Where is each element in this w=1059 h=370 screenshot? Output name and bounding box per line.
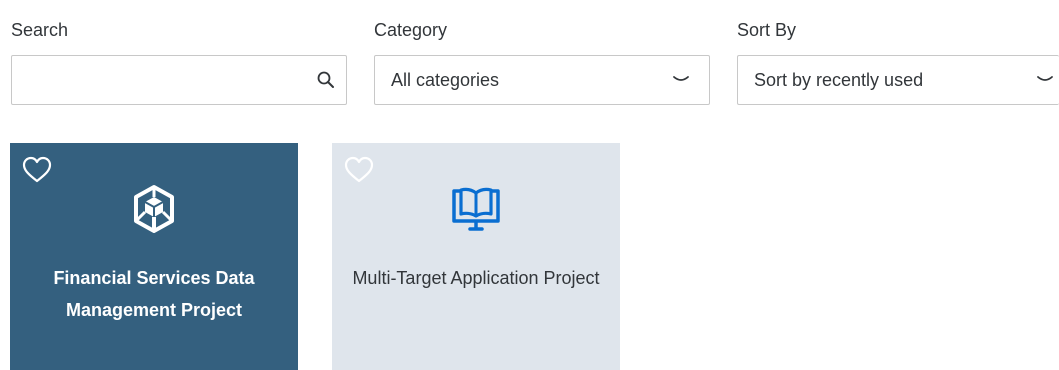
tile-title: Multi-Target Application Project bbox=[352, 268, 600, 288]
category-select-value: All categories bbox=[391, 70, 500, 90]
sort-by-select[interactable]: Sort by recently used bbox=[737, 55, 1059, 105]
tile-title: Financial Services Data Management Proje… bbox=[53, 268, 255, 320]
category-select[interactable]: All categories bbox=[374, 55, 710, 105]
book-monitor-icon bbox=[450, 183, 502, 242]
search-label: Search bbox=[11, 20, 69, 40]
category-label: Category bbox=[374, 20, 448, 40]
search-input[interactable] bbox=[11, 55, 347, 105]
search-icon[interactable] bbox=[306, 56, 346, 104]
template-tile-multi-target-application[interactable]: Multi-Target Application Project bbox=[332, 143, 620, 370]
template-gallery: Search Category All categories Sort By S… bbox=[0, 0, 1059, 370]
heart-outline-icon[interactable] bbox=[344, 156, 374, 184]
cubes-icon bbox=[130, 183, 178, 242]
chevron-down-icon[interactable] bbox=[1025, 56, 1059, 104]
sort-by-select-value: Sort by recently used bbox=[754, 70, 924, 90]
heart-outline-icon[interactable] bbox=[22, 156, 52, 184]
sort-by-label: Sort By bbox=[737, 20, 797, 40]
chevron-down-icon[interactable] bbox=[661, 56, 701, 104]
template-tile-financial-services[interactable]: Financial Services Data Management Proje… bbox=[10, 143, 298, 370]
